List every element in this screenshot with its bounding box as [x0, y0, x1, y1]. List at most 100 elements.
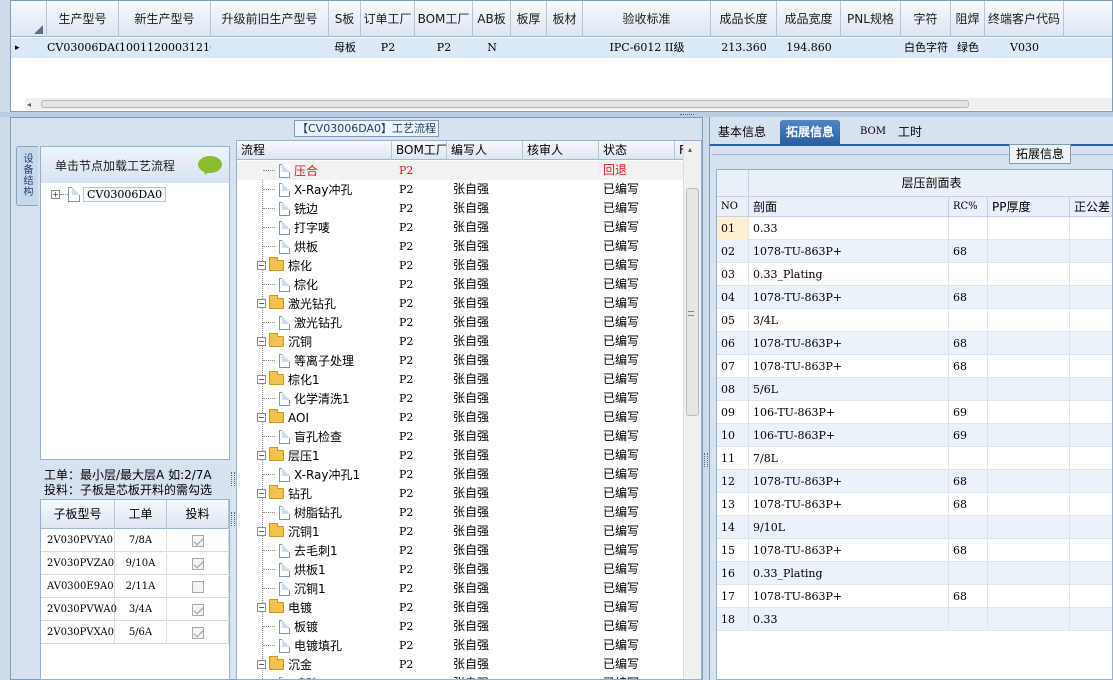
grid-cell[interactable]: IPC-6012 II级: [583, 38, 711, 58]
vertical-splitter-grip-icon[interactable]: [231, 472, 235, 486]
stack-row[interactable]: 08 5/6L: [717, 378, 1112, 401]
scroll-left-arrow-icon[interactable]: ◂: [27, 100, 31, 109]
hscroll-thumb[interactable]: [41, 100, 969, 108]
stack-rc[interactable]: 68: [949, 470, 988, 493]
grid-cell[interactable]: 绿色: [951, 38, 985, 58]
vertical-splitter-grip-icon[interactable]: [704, 453, 708, 467]
stack-section[interactable]: 1078-TU-863P+: [749, 470, 949, 493]
stack-row[interactable]: 05 3/4L: [717, 309, 1112, 332]
stack-no[interactable]: 03: [717, 263, 749, 286]
stack-no[interactable]: 07: [717, 355, 749, 378]
flow-step[interactable]: 树脂钻孔 P2 张自强 已编写: [237, 503, 683, 522]
stack-no[interactable]: 11: [717, 447, 749, 470]
stack-positive-tolerance[interactable]: [1070, 240, 1112, 263]
stack-row[interactable]: 13 1078-TU-863P+ 68: [717, 493, 1112, 516]
grid-corner-cell[interactable]: [11, 1, 47, 37]
column-header[interactable]: 阻焊: [951, 1, 985, 37]
collapse-icon[interactable]: −: [257, 527, 266, 536]
flow-step[interactable]: 等离子处理 P2 张自强 已编写: [237, 351, 683, 370]
stack-row[interactable]: 03 0.33_Plating: [717, 263, 1112, 286]
sub-board-row[interactable]: AV0300E9A0 2/11A: [41, 576, 229, 598]
stack-positive-tolerance[interactable]: [1070, 608, 1112, 631]
stack-pp-thickness[interactable]: [988, 424, 1070, 447]
stack-pp-thickness[interactable]: [988, 608, 1070, 631]
feed-checkbox[interactable]: [191, 580, 204, 593]
sub-board-row[interactable]: 2V030PVZA0 9/10A: [41, 553, 229, 575]
tree-expand-icon[interactable]: +: [51, 189, 60, 199]
grid-cell[interactable]: 母板: [329, 38, 361, 58]
tree-node-label[interactable]: CV03006DA0: [83, 186, 167, 202]
flow-column-header[interactable]: 状态: [599, 141, 675, 160]
stack-pp-thickness[interactable]: [988, 332, 1070, 355]
stack-positive-tolerance[interactable]: [1070, 424, 1112, 447]
stack-rc[interactable]: [949, 447, 988, 470]
column-header[interactable]: 新生产型号: [119, 1, 211, 37]
process-flow-vscrollbar[interactable]: ▴: [683, 141, 701, 679]
column-header[interactable]: 验收标准: [583, 1, 711, 37]
stack-row[interactable]: 06 1078-TU-863P+ 68: [717, 332, 1112, 355]
stack-no[interactable]: 16: [717, 562, 749, 585]
tab-basic-info[interactable]: 基本信息: [712, 120, 772, 144]
collapse-icon[interactable]: −: [257, 337, 266, 346]
stack-rc[interactable]: [949, 217, 988, 240]
stack-no[interactable]: 02: [717, 240, 749, 263]
stack-section[interactable]: 0.33: [749, 217, 949, 240]
column-header[interactable]: 板厚: [511, 1, 547, 37]
stack-row[interactable]: 18 0.33: [717, 608, 1112, 631]
stack-pp-thickness[interactable]: [988, 401, 1070, 424]
stack-no[interactable]: 15: [717, 539, 749, 562]
stack-pp-thickness[interactable]: [988, 309, 1070, 332]
feed-checkbox[interactable]: [191, 534, 204, 547]
stack-positive-tolerance[interactable]: [1070, 378, 1112, 401]
flow-step-group[interactable]: − 钻孔 P2 张自强 已编写: [237, 484, 683, 503]
stack-pp-thickness[interactable]: [988, 263, 1070, 286]
stack-section[interactable]: 1078-TU-863P+: [749, 539, 949, 562]
flow-column-header[interactable]: 流程: [237, 141, 392, 160]
stack-positive-tolerance[interactable]: [1070, 516, 1112, 539]
stack-section[interactable]: 1078-TU-863P+: [749, 585, 949, 608]
stack-no[interactable]: 09: [717, 401, 749, 424]
flow-step[interactable]: 板镀 P2 张自强 已编写: [237, 617, 683, 636]
vscroll-thumb[interactable]: [686, 188, 699, 416]
stack-no[interactable]: 06: [717, 332, 749, 355]
flow-step-group[interactable]: − 激光钻孔 P2 张自强 已编写: [237, 294, 683, 313]
flow-column-header[interactable]: BOM工厂: [392, 141, 447, 160]
flow-step[interactable]: 电镀填孔 P2 张自强 已编写: [237, 636, 683, 655]
stack-positive-tolerance[interactable]: [1070, 470, 1112, 493]
grid-cell[interactable]: CV03006DA0: [47, 38, 119, 58]
stack-row[interactable]: 07 1078-TU-863P+ 68: [717, 355, 1112, 378]
stack-rc[interactable]: 68: [949, 355, 988, 378]
stack-pp-thickness[interactable]: [988, 355, 1070, 378]
stack-section[interactable]: 106-TU-863P+: [749, 401, 949, 424]
stack-positive-tolerance[interactable]: [1070, 447, 1112, 470]
stack-row[interactable]: 01 0.33: [717, 217, 1112, 240]
sub-board-row[interactable]: 2V030PVXA0 5/6A: [41, 622, 229, 644]
stack-no[interactable]: 17: [717, 585, 749, 608]
stack-section[interactable]: 1078-TU-863P+: [749, 286, 949, 309]
flow-step-group[interactable]: − 棕化1 P2 张自强 已编写: [237, 370, 683, 389]
collapse-icon[interactable]: −: [257, 261, 266, 270]
flow-step[interactable]: 烘板 P2 张自强 已编写: [237, 237, 683, 256]
stack-positive-tolerance[interactable]: [1070, 286, 1112, 309]
column-header[interactable]: 板材: [547, 1, 583, 37]
stack-row[interactable]: 12 1078-TU-863P+ 68: [717, 470, 1112, 493]
stack-no[interactable]: 14: [717, 516, 749, 539]
feed-checkbox[interactable]: [191, 626, 204, 639]
flow-step[interactable]: 化学清洗1 P2 张自强 已编写: [237, 389, 683, 408]
grid-cell[interactable]: P2: [415, 38, 473, 58]
flow-step-group[interactable]: − 沉铜 P2 张自强 已编写: [237, 332, 683, 351]
collapse-icon[interactable]: −: [257, 489, 266, 498]
column-header[interactable]: PNL规格: [841, 1, 901, 37]
flow-step[interactable]: 压合 P2 回退: [237, 161, 683, 180]
collapse-icon[interactable]: −: [257, 451, 266, 460]
vertical-splitter-grip-icon[interactable]: [231, 512, 235, 526]
grid-cell[interactable]: [511, 38, 547, 58]
flow-step[interactable]: X-Ray冲孔1 P2 张自强 已编写: [237, 465, 683, 484]
stack-no[interactable]: 10: [717, 424, 749, 447]
product-grid-row[interactable]: ▸ CV03006DA0 10011200031216 母板 P2 P2 N IPC-601…: [11, 38, 1112, 58]
stack-pp-thickness[interactable]: [988, 447, 1070, 470]
stack-section[interactable]: 0.33: [749, 608, 949, 631]
stack-section[interactable]: 1078-TU-863P+: [749, 355, 949, 378]
stack-positive-tolerance[interactable]: [1070, 493, 1112, 516]
stack-positive-tolerance[interactable]: [1070, 217, 1112, 240]
